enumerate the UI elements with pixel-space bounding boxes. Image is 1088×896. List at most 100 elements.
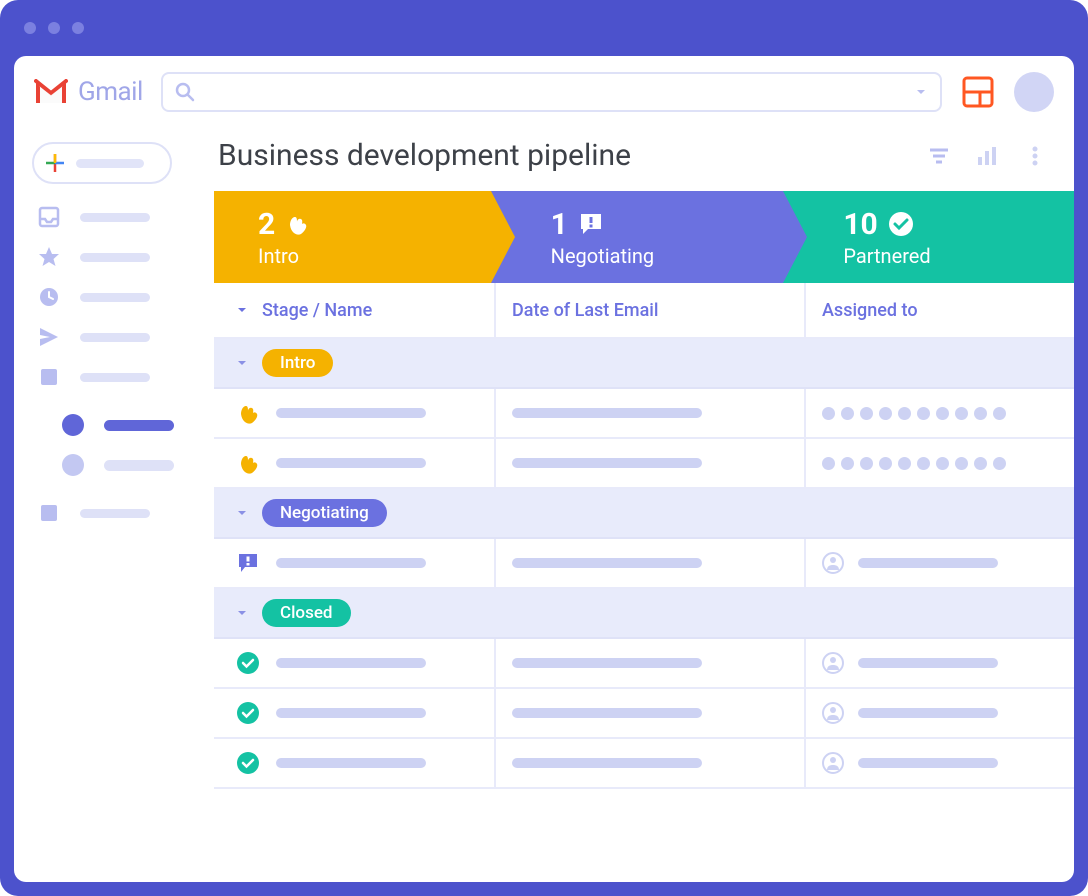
assigned-dots [822,457,1006,470]
more-icon[interactable] [1024,145,1046,167]
plus-icon [44,152,66,174]
stage-label: Partnered [843,244,1074,268]
app-name: Gmail [78,77,143,107]
chat-alert-icon [578,211,604,237]
nav-inbox[interactable] [32,206,196,228]
label-item[interactable] [62,454,196,476]
person-icon [822,652,844,674]
chevron-down-icon [236,357,248,369]
nav-more[interactable] [32,502,196,524]
sidebar-nav [32,206,196,388]
square-icon [38,502,60,524]
table-row[interactable] [214,539,1074,589]
person-icon [822,702,844,724]
sort-icon[interactable] [236,304,248,316]
stage-partnered[interactable]: 10 Partnered [783,191,1074,283]
assigned-cell [822,752,998,774]
window-control-maximize[interactable] [72,22,84,34]
placeholder-line [276,708,426,718]
sidebar [14,128,214,882]
window-titlebar [0,0,1088,56]
table-row[interactable] [214,639,1074,689]
stage-label: Negotiating [551,244,784,268]
stage-count: 10 [843,207,877,242]
group-pill-closed: Closed [262,599,351,627]
streak-icon[interactable] [960,74,996,110]
nav-snoozed[interactable] [32,286,196,308]
main-content: Business development pipeline 2 [214,128,1074,882]
app-window: Gmail [0,0,1088,896]
placeholder-line [80,293,150,302]
sidebar-labels [32,414,196,476]
placeholder-line [276,458,426,468]
assigned-cell [822,652,998,674]
header-actions [928,145,1046,167]
placeholder-line [76,159,144,168]
placeholder-line [80,253,150,262]
group-pill-intro: Intro [262,349,333,377]
table-row[interactable] [214,439,1074,489]
group-intro[interactable]: Intro [214,339,1074,389]
placeholder-line [276,408,426,418]
chat-alert-icon [236,551,260,575]
page-title: Business development pipeline [218,138,928,173]
wave-icon [236,451,260,475]
app-content: Gmail [14,56,1074,882]
star-icon [38,246,60,268]
nav-sent[interactable] [32,326,196,348]
placeholder-line [80,373,150,382]
placeholder-line [512,708,702,718]
placeholder-line [512,658,702,668]
person-icon [822,552,844,574]
assigned-cell [822,552,998,574]
group-pill-negotiating: Negotiating [262,499,387,527]
inbox-icon [38,206,60,228]
search-input[interactable] [161,72,942,112]
stage-count: 2 [258,207,275,242]
group-closed[interactable]: Closed [214,589,1074,639]
window-control-minimize[interactable] [48,22,60,34]
user-avatar[interactable] [1014,72,1054,112]
compose-button[interactable] [32,142,172,184]
placeholder-line [276,658,426,668]
label-dot-icon [62,454,84,476]
chevron-down-icon [236,607,248,619]
square-icon [38,366,60,388]
chevron-down-icon [236,507,248,519]
table-row[interactable] [214,739,1074,789]
group-negotiating[interactable]: Negotiating [214,489,1074,539]
window-control-close[interactable] [24,22,36,34]
placeholder-line [276,758,426,768]
nav-starred[interactable] [32,246,196,268]
page-header: Business development pipeline [214,138,1074,191]
wave-icon [236,401,260,425]
column-assigned[interactable]: Assigned to [822,300,918,321]
stage-negotiating[interactable]: 1 Negotiating [491,191,784,283]
nav-drafts[interactable] [32,366,196,388]
column-date[interactable]: Date of Last Email [512,300,659,321]
placeholder-line [276,558,426,568]
chart-icon[interactable] [976,145,998,167]
placeholder-line [80,333,150,342]
chevron-down-icon[interactable] [914,85,928,99]
table-row[interactable] [214,389,1074,439]
label-active[interactable] [62,414,196,436]
label-dot-icon [62,414,84,436]
search-icon [175,82,195,102]
table-row[interactable] [214,689,1074,739]
stage-intro[interactable]: 2 Intro [214,191,491,283]
stage-count: 1 [551,207,568,242]
gmail-logo[interactable]: Gmail [34,77,143,107]
gmail-icon [34,79,68,105]
placeholder-line [104,460,174,471]
column-stage-name[interactable]: Stage / Name [262,300,372,321]
assigned-cell [822,702,998,724]
app-header: Gmail [14,56,1074,128]
placeholder-line [512,458,702,468]
placeholder-line [512,408,702,418]
placeholder-line [512,758,702,768]
filter-icon[interactable] [928,145,950,167]
placeholder-line [858,558,998,568]
placeholder-line [104,420,174,431]
placeholder-line [858,658,998,668]
